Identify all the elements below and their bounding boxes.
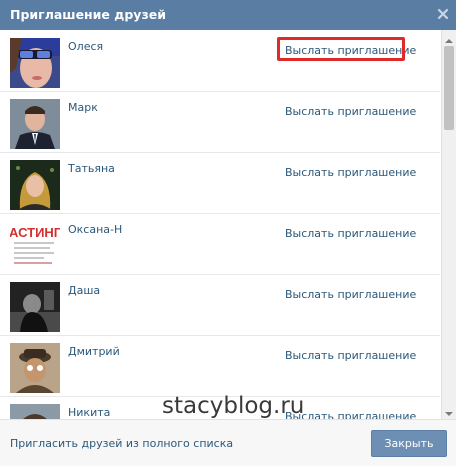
friend-name[interactable]: Никита [68,406,110,419]
friend-name[interactable]: Дмитрий [68,345,120,358]
send-invitation-link[interactable]: Выслать приглашение [285,227,416,240]
friend-name[interactable]: Оксана-Н [68,223,122,236]
friend-name[interactable]: Марк [68,101,98,114]
close-icon[interactable] [436,6,450,20]
send-invitation-link[interactable]: Выслать приглашение [285,105,416,118]
avatar[interactable] [10,38,60,88]
scroll-up-icon[interactable] [442,32,456,44]
scrollbar[interactable] [441,30,456,419]
invite-from-full-list-link[interactable]: Пригласить друзей из полного списка [10,437,233,450]
friends-list: Олеся Выслать приглашение Марк Выслать п… [0,30,440,419]
avatar[interactable] [10,282,60,332]
friend-name[interactable]: Олеся [68,40,103,53]
friend-row: Татьяна Выслать приглашение [0,152,440,214]
friend-row: Дмитрий Выслать приглашение [0,335,440,397]
dialog-footer: Пригласить друзей из полного списка Закр… [0,419,456,466]
avatar[interactable] [10,404,60,419]
send-invitation-link[interactable]: Выслать приглашение [285,349,416,362]
scroll-down-icon[interactable] [442,405,456,417]
avatar-logo-text: АСТИНГ [10,225,60,240]
close-button[interactable]: Закрыть [371,430,447,457]
scrollbar-thumb[interactable] [444,46,454,130]
friend-row: Олеся Выслать приглашение [0,30,440,92]
friend-row: Даша Выслать приглашение [0,274,440,336]
send-invitation-link[interactable]: Выслать приглашение [285,410,416,419]
invite-friends-dialog: Приглашение друзей Олеся Выслать приглаш… [0,0,456,466]
friend-name[interactable]: Татьяна [68,162,115,175]
friend-name[interactable]: Даша [68,284,100,297]
avatar[interactable] [10,99,60,149]
dialog-titlebar: Приглашение друзей [0,0,456,30]
highlight-box [277,37,405,61]
avatar[interactable]: АСТИНГ [10,221,60,271]
watermark: stacyblog.ru [162,393,305,419]
send-invitation-link[interactable]: Выслать приглашение [285,288,416,301]
friend-row: Марк Выслать приглашение [0,91,440,153]
dialog-title: Приглашение друзей [10,7,166,22]
friend-row: АСТИНГ Оксана-Н Выслать приглашение [0,213,440,275]
send-invitation-link[interactable]: Выслать приглашение [285,166,416,179]
avatar[interactable] [10,160,60,210]
avatar[interactable] [10,343,60,393]
